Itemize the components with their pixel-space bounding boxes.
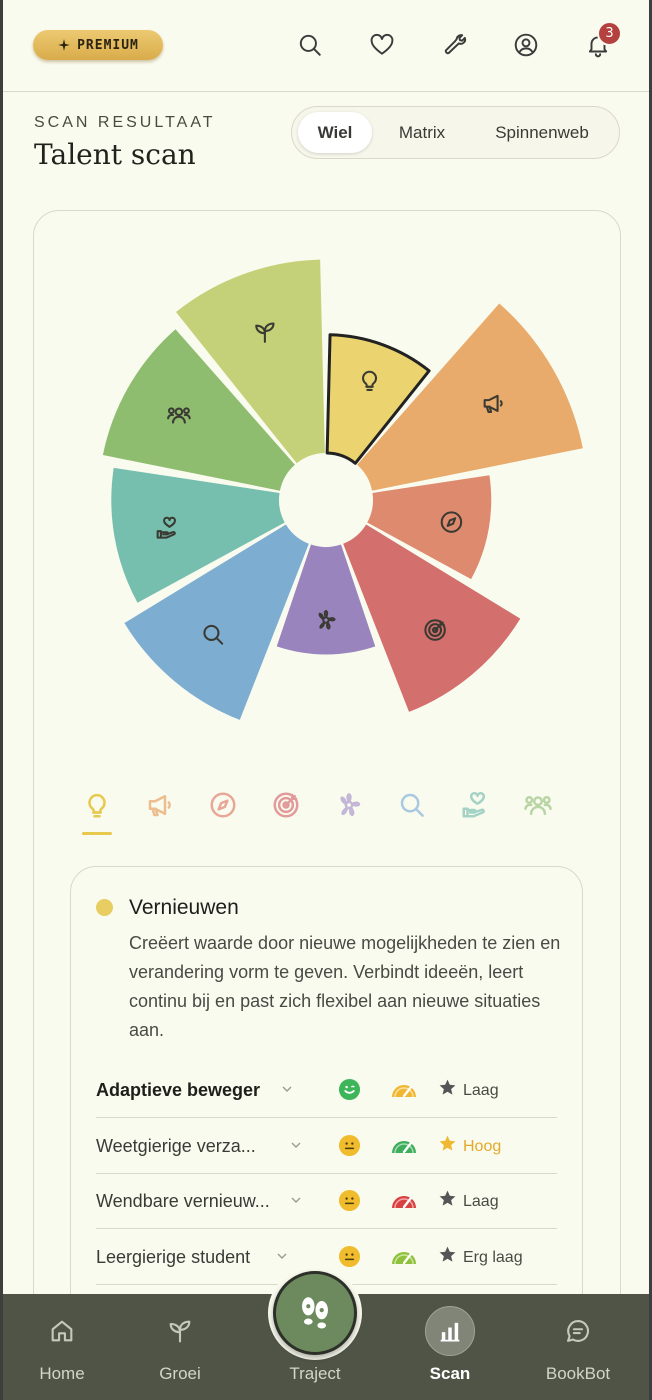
- notification-badge: 3: [597, 21, 622, 46]
- nav-item-bookbot[interactable]: BookBot: [518, 1294, 638, 1400]
- talent-row[interactable]: Adaptieve beweger Laag: [96, 1063, 557, 1118]
- category-description: Creëert waarde door nieuwe mogelijkheden…: [129, 933, 561, 1040]
- category-tabs: [66, 790, 586, 840]
- talent-label: Weetgierige verza...: [96, 1135, 256, 1156]
- category-tab-lightbulb[interactable]: [66, 790, 128, 840]
- home-icon: [47, 1316, 77, 1346]
- gauge-icon: [392, 1196, 416, 1209]
- traject-button-inner: [273, 1271, 357, 1355]
- neutral-face-icon: [338, 1245, 361, 1267]
- page-title: Talent scan: [34, 138, 196, 171]
- wrench-icon[interactable]: [439, 30, 469, 60]
- nav-label-traject: Traject: [289, 1364, 341, 1383]
- sparkle-icon: [58, 39, 70, 51]
- flower-icon: [340, 793, 361, 817]
- nav-item-scan[interactable]: Scan: [390, 1294, 510, 1400]
- view-option-spinnenweb[interactable]: Spinnenweb: [472, 112, 612, 153]
- chat-icon: [563, 1316, 593, 1346]
- smile-face-icon: [338, 1078, 361, 1101]
- talent-level: Erg laag: [463, 1248, 523, 1266]
- neutral-face-icon: [338, 1134, 361, 1156]
- nav-item-groei[interactable]: Groei: [120, 1294, 240, 1400]
- gauge-icon: [392, 1140, 416, 1153]
- chevron-down-icon[interactable]: [279, 1081, 295, 1097]
- category-tab-compass[interactable]: [192, 790, 254, 840]
- category-tab-magnifier[interactable]: [381, 790, 443, 840]
- page-eyebrow: SCAN RESULTAAT: [34, 114, 216, 131]
- gauge-icon: [392, 1085, 416, 1098]
- view-option-matrix[interactable]: Matrix: [372, 112, 472, 153]
- target-icon: [424, 619, 446, 641]
- top-bar: PREMIUM 3: [0, 0, 652, 92]
- chevron-down-icon[interactable]: [288, 1137, 304, 1153]
- nav-label-home: Home: [39, 1364, 85, 1383]
- footsteps-icon: [302, 1297, 328, 1329]
- category-tab-megaphone[interactable]: [129, 790, 191, 840]
- nav-label-bookbot: BookBot: [545, 1364, 611, 1383]
- chevron-down-icon[interactable]: [288, 1192, 304, 1208]
- megaphone-icon: [148, 795, 171, 817]
- chevron-down-icon[interactable]: [274, 1248, 290, 1264]
- wheel-center: [281, 455, 371, 545]
- star-icon: [439, 1190, 456, 1206]
- heart-icon[interactable]: [367, 30, 397, 60]
- lightbulb-icon: [88, 793, 106, 818]
- gauge-icon: [392, 1251, 416, 1264]
- active-tab-underline: [82, 832, 112, 835]
- search-icon[interactable]: [295, 30, 325, 60]
- premium-label: PREMIUM: [77, 37, 139, 53]
- talent-label: Leergierige student: [96, 1246, 251, 1267]
- nav-item-home[interactable]: Home: [2, 1294, 122, 1400]
- talent-wheel-chart: [102, 259, 583, 720]
- view-option-wiel[interactable]: Wiel: [298, 112, 372, 153]
- category-tab-flower[interactable]: [318, 790, 380, 840]
- category-name: Vernieuwen: [129, 896, 239, 919]
- people-icon: [524, 796, 552, 815]
- star-icon: [439, 1135, 456, 1151]
- premium-badge[interactable]: PREMIUM: [33, 30, 163, 60]
- talent-level: Hoog: [463, 1137, 502, 1155]
- category-tab-people[interactable]: [507, 790, 569, 840]
- talent-label: Adaptieve beweger: [96, 1080, 261, 1100]
- nav-label-groei: Groei: [159, 1364, 201, 1383]
- nav-label-scan: Scan: [429, 1364, 471, 1383]
- talent-row[interactable]: Weetgierige verza... Hoog: [96, 1119, 557, 1174]
- user-icon[interactable]: [511, 30, 541, 60]
- talent-level: Laag: [463, 1193, 499, 1210]
- category-tab-hand-heart[interactable]: [444, 790, 506, 840]
- target-icon: [273, 792, 299, 818]
- sprout-icon: [165, 1316, 195, 1346]
- view-switch: Wiel Matrix Spinnenweb: [291, 106, 620, 159]
- star-icon: [439, 1246, 456, 1262]
- hand-heart-icon: [462, 791, 485, 818]
- bar-chart-icon: [435, 1316, 465, 1346]
- category-tab-target[interactable]: [255, 790, 317, 840]
- talent-row[interactable]: Wendbare vernieuw... Laag: [96, 1174, 557, 1229]
- magnifier-icon: [400, 793, 424, 817]
- traject-button[interactable]: [268, 1266, 362, 1360]
- talent-level: Laag: [463, 1082, 499, 1099]
- neutral-face-icon: [338, 1189, 361, 1212]
- talent-label: Wendbare vernieuw...: [96, 1191, 270, 1211]
- category-color-dot: [96, 899, 113, 916]
- star-icon: [439, 1079, 456, 1095]
- compass-icon: [210, 792, 236, 818]
